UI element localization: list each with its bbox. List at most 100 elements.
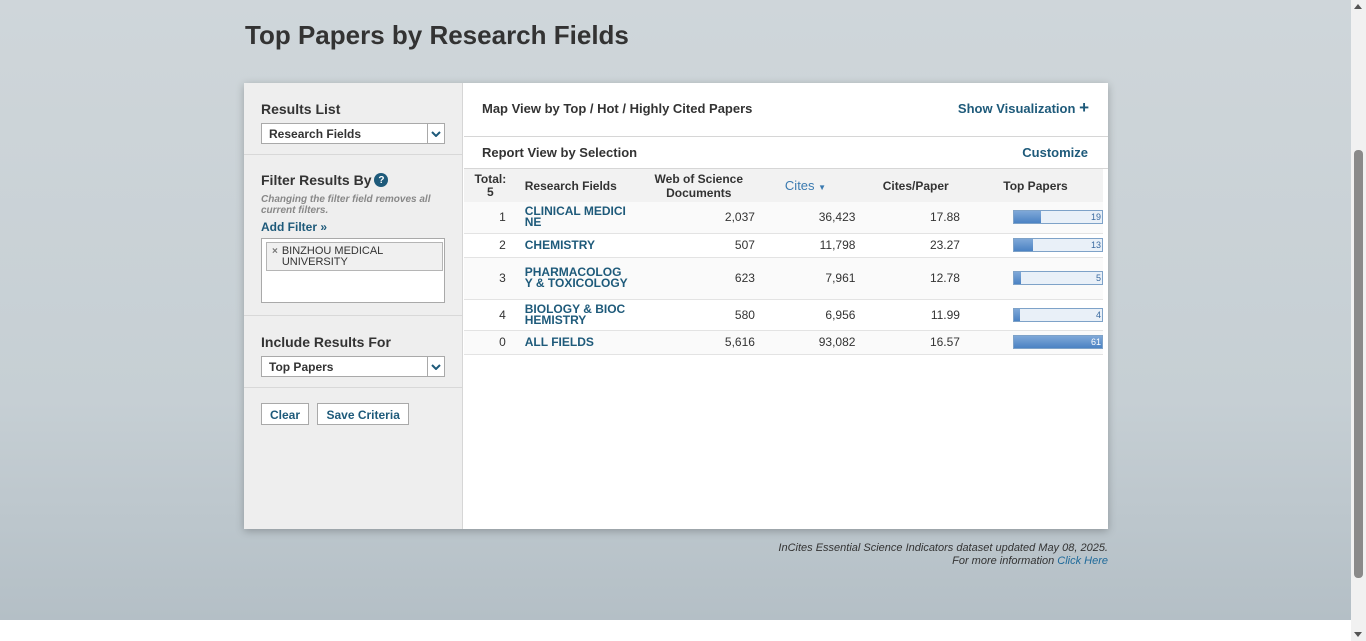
- top-papers-cell: 19: [967, 202, 1103, 234]
- total-header: Total: 5: [464, 169, 517, 202]
- rank-cell: 1: [464, 202, 517, 234]
- table-header-row: Total: 5 Research Fields Web of Science …: [464, 169, 1103, 202]
- top-papers-cell: 5: [967, 257, 1103, 300]
- docs-cell: 507: [634, 233, 763, 258]
- cites-per-paper-cell: 11.99: [863, 299, 968, 331]
- top-papers-cell: 61: [967, 330, 1103, 355]
- top-papers-bar-fill: [1013, 211, 1042, 224]
- table-row: 1 CLINICAL MEDICINE 2,037 36,423 17.88 19: [464, 202, 1103, 234]
- map-view-row: Map View by Top / Hot / Highly Cited Pap…: [464, 83, 1108, 137]
- footer: InCites Essential Science Indicators dat…: [778, 542, 1108, 568]
- field-link[interactable]: CLINICAL MEDICINE: [525, 205, 629, 228]
- field-cell: ALL FIELDS: [516, 330, 635, 355]
- docs-cell: 623: [634, 257, 763, 300]
- field-cell: PHARMACOLOGY & TOXICOLOGY: [516, 257, 635, 300]
- show-visualization-label: Show Visualization: [957, 101, 1076, 116]
- results-list-value: Research Fields: [269, 127, 362, 141]
- field-link[interactable]: ALL FIELDS: [525, 336, 629, 348]
- plus-icon: +: [1079, 98, 1089, 117]
- table-row: 2 CHEMISTRY 507 11,798 23.27 13: [464, 233, 1103, 258]
- scrollbar-thumb[interactable]: [1354, 150, 1363, 578]
- field-cell: CHEMISTRY: [516, 233, 635, 258]
- results-list-select[interactable]: Research Fields: [261, 123, 445, 144]
- filter-section: Filter Results By ? Changing the filter …: [244, 155, 462, 316]
- top-papers-bar[interactable]: 5: [1012, 271, 1103, 285]
- field-link[interactable]: PHARMACOLOGY & TOXICOLOGY: [525, 266, 629, 289]
- cites-per-paper-cell: 16.57: [863, 330, 968, 355]
- filter-chip-label: BINZHOU MEDICAL UNIVERSITY: [281, 245, 383, 268]
- field-cell: BIOLOGY & BIOCHEMISTRY: [516, 299, 635, 331]
- page-title: Top Papers by Research Fields: [245, 20, 629, 50]
- scrollbar[interactable]: [1351, 0, 1366, 641]
- cites-per-paper-cell: 17.88: [863, 202, 968, 234]
- chevron-down-icon[interactable]: [427, 124, 444, 143]
- rank-cell: 2: [464, 233, 517, 258]
- main-content: Map View by Top / Hot / Highly Cited Pap…: [464, 83, 1108, 355]
- customize-link[interactable]: Customize: [1022, 145, 1088, 160]
- top-papers-bar[interactable]: 13: [1012, 238, 1103, 252]
- scroll-up-icon[interactable]: [1354, 4, 1362, 9]
- cites-cell: 11,798: [762, 233, 864, 258]
- show-visualization-link[interactable]: Show Visualization +: [957, 98, 1089, 117]
- field-header[interactable]: Research Fields: [517, 169, 635, 202]
- docs-cell: 580: [634, 299, 763, 331]
- rank-cell: 0: [464, 330, 517, 355]
- table-row: 3 PHARMACOLOGY & TOXICOLOGY 623 7,961 12.78 5: [464, 257, 1103, 300]
- chevron-down-icon[interactable]: [427, 357, 444, 376]
- rank-cell: 3: [464, 257, 517, 300]
- top-papers-count: 19: [1090, 212, 1101, 223]
- top-papers-count: 13: [1090, 240, 1101, 250]
- docs-header[interactable]: Web of Science Documents: [635, 169, 763, 202]
- clear-button[interactable]: Clear: [261, 403, 310, 425]
- field-cell: CLINICAL MEDICINE: [516, 202, 635, 234]
- top-papers-bar-fill: [1013, 272, 1022, 284]
- close-icon[interactable]: ×: [272, 246, 278, 270]
- top-papers-bar-fill: [1013, 239, 1033, 251]
- top-papers-bar[interactable]: 19: [1012, 210, 1103, 225]
- sidebar: Results List Research Fields Filter Resu…: [244, 83, 463, 529]
- cites-header-label: Cites: [784, 178, 815, 193]
- report-view-row: Report View by Selection Customize: [464, 137, 1108, 169]
- click-here-link[interactable]: Click Here: [1057, 555, 1108, 567]
- cites-per-paper-cell: 12.78: [863, 257, 968, 300]
- include-value: Top Papers: [269, 360, 334, 374]
- field-link[interactable]: CHEMISTRY: [525, 239, 629, 251]
- top-papers-cell: 13: [967, 233, 1103, 258]
- results-list-heading: Results List: [261, 101, 341, 117]
- filter-heading: Filter Results By ?: [261, 172, 445, 188]
- docs-cell: 5,616: [634, 330, 763, 355]
- top-papers-header[interactable]: Top Papers: [968, 169, 1103, 202]
- table-row: 4 BIOLOGY & BIOCHEMISTRY 580 6,956 11.99 4: [464, 299, 1103, 331]
- cites-per-paper-cell: 23.27: [863, 233, 968, 258]
- save-criteria-button[interactable]: Save Criteria: [317, 403, 409, 425]
- cites-header[interactable]: Cites ▼: [763, 169, 864, 202]
- filter-heading-label: Filter Results By: [261, 172, 372, 188]
- table-row: 0 ALL FIELDS 5,616 93,082 16.57 61: [464, 330, 1103, 355]
- map-view-label: Map View by Top / Hot / Highly Cited Pap…: [482, 101, 753, 116]
- sort-desc-icon: ▼: [818, 183, 827, 192]
- cpp-header[interactable]: Cites/Paper: [863, 169, 968, 202]
- top-papers-bar[interactable]: 61: [1012, 335, 1103, 349]
- docs-cell: 2,037: [634, 202, 763, 234]
- report-view-label: Report View by Selection: [482, 145, 638, 160]
- top-papers-bar-fill: [1013, 308, 1020, 321]
- results-panel: Results List Research Fields Filter Resu…: [244, 83, 1108, 529]
- footer-more-info-label: For more information: [952, 555, 1055, 567]
- total-label: Total:: [474, 171, 507, 186]
- docs-header-line1: Web of Science: [654, 171, 744, 186]
- rank-cell: 4: [464, 299, 517, 331]
- include-select[interactable]: Top Papers: [261, 356, 445, 377]
- top-papers-bar[interactable]: 4: [1012, 307, 1103, 322]
- field-link[interactable]: BIOLOGY & BIOCHEMISTRY: [525, 303, 629, 326]
- add-filter-link[interactable]: Add Filter »: [261, 220, 327, 234]
- docs-header-line2: Documents: [666, 185, 732, 200]
- top-papers-count: 61: [1090, 337, 1101, 347]
- help-icon[interactable]: ?: [374, 173, 389, 187]
- top-papers-count: 5: [1095, 273, 1101, 283]
- top-papers-count: 4: [1095, 309, 1101, 320]
- include-heading: Include Results For: [261, 334, 391, 350]
- scroll-down-icon[interactable]: [1354, 632, 1362, 637]
- cites-cell: 6,956: [762, 299, 864, 331]
- footer-more-info: For more information Click Here: [778, 555, 1108, 568]
- active-filters-box: × BINZHOU MEDICAL UNIVERSITY: [261, 238, 445, 303]
